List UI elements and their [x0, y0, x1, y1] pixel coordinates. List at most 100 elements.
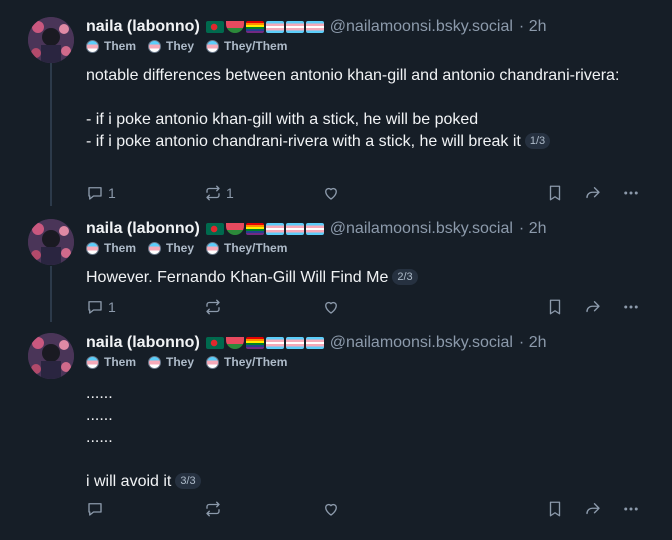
timestamp[interactable]: · 2h [519, 220, 547, 238]
pronoun-tag: They/Them [206, 39, 287, 53]
trans-flag-icon [305, 337, 324, 349]
like-button[interactable] [322, 184, 340, 202]
repost-icon [206, 299, 220, 315]
post-text: ...... ...... ...... i will avoid it 3/3 [86, 383, 646, 493]
bookmark-icon [549, 299, 561, 315]
share-button[interactable] [584, 184, 602, 202]
trans-flag-icon [265, 337, 284, 349]
trans-heart-icon [206, 241, 220, 255]
reply-count: 1 [108, 185, 116, 201]
trans-heart-icon [148, 355, 162, 369]
bangladesh-flag-icon [205, 21, 224, 33]
bangladesh-flag-icon [205, 337, 224, 349]
repost-button[interactable] [204, 500, 226, 518]
watermelon-icon [225, 337, 244, 349]
trans-flag-icon [285, 21, 304, 33]
trans-flag-icon [305, 223, 324, 235]
thread-count-badge: 2/3 [392, 269, 418, 285]
thread-count-badge: 3/3 [175, 473, 201, 489]
share-button[interactable] [584, 500, 602, 518]
reply-button[interactable] [86, 500, 108, 518]
post[interactable]: naila (labonno) @nailamoonsi.bsky.social… [0, 17, 672, 207]
like-button[interactable] [322, 500, 340, 518]
trans-heart-icon [206, 355, 220, 369]
flag-emojis [205, 21, 324, 33]
display-name[interactable]: naila (labonno) [86, 220, 200, 238]
repost-icon [206, 501, 220, 517]
trans-flag-icon [265, 223, 284, 235]
pronoun-tags: Them They They/Them [86, 241, 287, 255]
rainbow-flag-icon [245, 337, 264, 349]
trans-heart-icon [86, 355, 99, 369]
trans-heart-icon [206, 39, 220, 53]
trans-flag-icon [285, 337, 304, 349]
more-icon [624, 507, 638, 511]
more-options-button[interactable] [622, 500, 640, 521]
post[interactable]: naila (labonno) @nailamoonsi.bsky.social… [0, 333, 672, 523]
share-button[interactable] [584, 298, 602, 316]
share-icon [586, 301, 600, 313]
timestamp[interactable]: · 2h [519, 334, 547, 352]
post[interactable]: naila (labonno) @nailamoonsi.bsky.social… [0, 219, 672, 321]
trans-heart-icon [148, 241, 162, 255]
heart-icon [325, 187, 337, 200]
timestamp[interactable]: · 2h [519, 18, 547, 36]
more-options-button[interactable] [622, 298, 640, 319]
display-name[interactable]: naila (labonno) [86, 18, 200, 36]
post-actions: 1 1 [86, 184, 646, 204]
trans-heart-icon [86, 241, 99, 255]
reply-icon [88, 187, 102, 200]
display-name[interactable]: naila (labonno) [86, 334, 200, 352]
watermelon-icon [225, 21, 244, 33]
more-options-button[interactable] [622, 184, 640, 205]
pronoun-tag: They/Them [206, 355, 287, 369]
pronoun-tag: Them [86, 39, 136, 53]
avatar[interactable] [28, 333, 74, 379]
bookmark-icon [549, 501, 561, 517]
reply-button[interactable]: 1 [86, 298, 116, 316]
thread-line [50, 266, 52, 322]
pronoun-tag: They [148, 241, 194, 255]
pronoun-tag: Them [86, 241, 136, 255]
trans-heart-icon [86, 39, 99, 53]
reply-button[interactable]: 1 [86, 184, 116, 202]
avatar[interactable] [28, 219, 74, 265]
trans-flag-icon [265, 21, 284, 33]
like-button[interactable] [322, 298, 340, 316]
handle[interactable]: @nailamoonsi.bsky.social [330, 220, 513, 238]
avatar[interactable] [28, 17, 74, 63]
reply-count: 1 [108, 299, 116, 315]
repost-button[interactable]: 1 [204, 184, 234, 202]
bookmark-button[interactable] [546, 500, 564, 518]
more-icon [624, 305, 638, 309]
handle[interactable]: @nailamoonsi.bsky.social [330, 18, 513, 36]
reply-icon [88, 503, 102, 516]
share-icon [586, 187, 600, 199]
repost-count: 1 [226, 185, 234, 201]
reply-icon [88, 301, 102, 314]
trans-heart-icon [148, 39, 162, 53]
pronoun-tag: They [148, 355, 194, 369]
heart-icon [325, 503, 337, 516]
pronoun-tag: They/Them [206, 241, 287, 255]
heart-icon [325, 301, 337, 314]
bookmark-button[interactable] [546, 298, 564, 316]
bookmark-icon [549, 185, 561, 201]
post-actions [86, 500, 646, 520]
share-icon [586, 503, 600, 515]
post-text: However. Fernando Khan-Gill Will Find Me… [86, 267, 646, 289]
pronoun-tag: They [148, 39, 194, 53]
post-text: notable differences between antonio khan… [86, 67, 620, 150]
flag-emojis [205, 223, 324, 235]
flag-emojis [205, 337, 324, 349]
pronoun-tag: Them [86, 355, 136, 369]
repost-button[interactable] [204, 298, 226, 316]
pronoun-tags: Them They They/Them [86, 355, 287, 369]
trans-flag-icon [305, 21, 324, 33]
watermelon-icon [225, 223, 244, 235]
rainbow-flag-icon [245, 21, 264, 33]
handle[interactable]: @nailamoonsi.bsky.social [330, 334, 513, 352]
bookmark-button[interactable] [546, 184, 564, 202]
repost-icon [206, 185, 220, 201]
bangladesh-flag-icon [205, 223, 224, 235]
